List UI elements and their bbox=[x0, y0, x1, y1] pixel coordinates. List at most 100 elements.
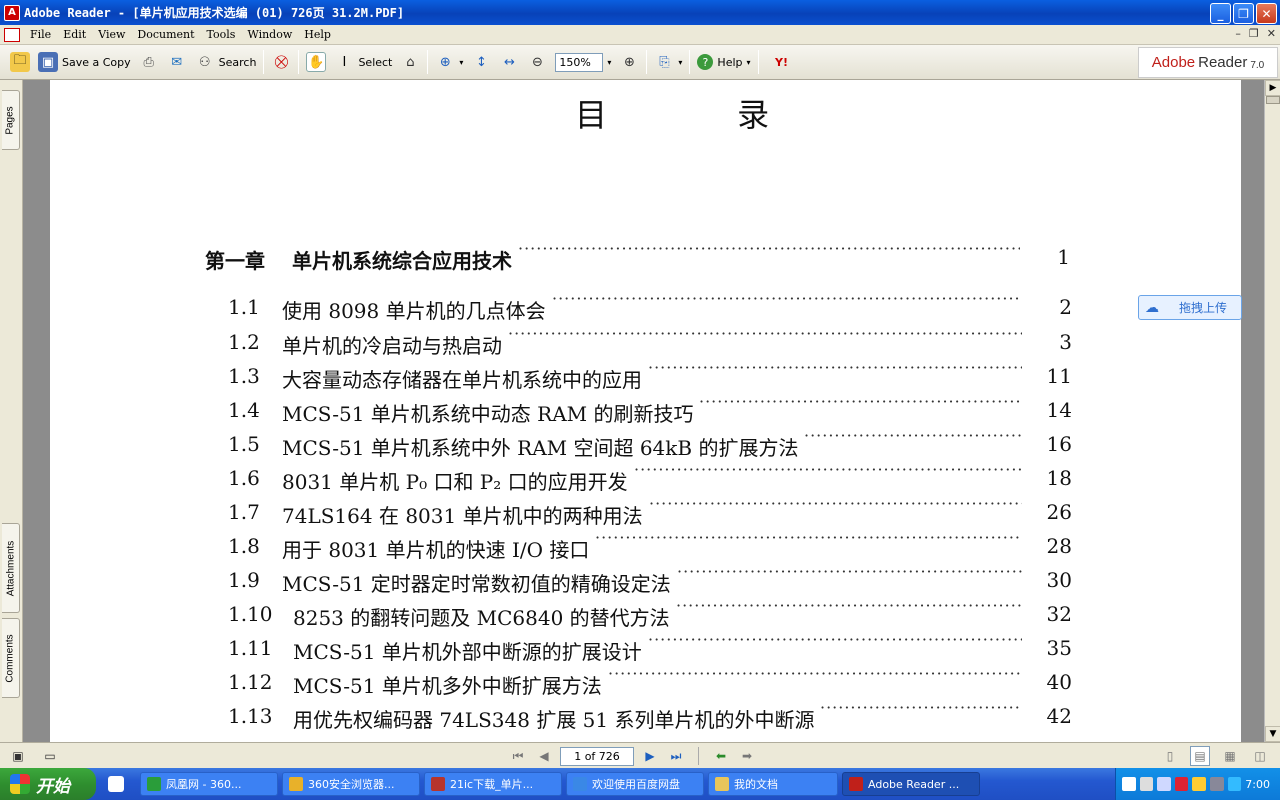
taskbar-item[interactable]: 我的文档 bbox=[708, 772, 838, 796]
last-page-icon[interactable]: ⏭ bbox=[666, 746, 686, 766]
menu-file[interactable]: File bbox=[24, 28, 57, 41]
taskbar-item-label: 凤凰网 - 360... bbox=[166, 778, 242, 791]
adobe-reader-app-icon[interactable]: A bbox=[4, 4, 20, 21]
menu-help[interactable]: Help bbox=[298, 28, 337, 41]
nav-pane-toggle-icon[interactable]: ▣ bbox=[8, 746, 28, 766]
toc-row[interactable]: 1.7 74LS164 在 8031 单片机中的两种用法 ·············… bbox=[50, 494, 1241, 530]
yahoo-toolbar-icon[interactable]: Y! bbox=[766, 52, 798, 72]
continuous-facing-icon[interactable]: ▦ bbox=[1220, 746, 1240, 766]
taskbar-item[interactable]: 360安全浏览器... bbox=[282, 772, 420, 796]
toc-row[interactable]: 1.12 MCS-51 单片机多外中断扩展方法 ··················… bbox=[50, 664, 1241, 700]
single-page-icon[interactable]: ▯ bbox=[1160, 746, 1180, 766]
page-size-icon[interactable]: ▭ bbox=[40, 746, 60, 766]
select-tool-button[interactable]: I Select bbox=[330, 48, 396, 76]
select-label: Select bbox=[358, 55, 393, 69]
cloud-icon: ☁ bbox=[1145, 299, 1159, 316]
keyboard-icon[interactable] bbox=[1122, 777, 1136, 791]
go-back-icon[interactable]: ⬅ bbox=[711, 746, 731, 766]
help-button[interactable]: ? Help ▾ bbox=[693, 48, 754, 76]
toc-page-number: 14 bbox=[1046, 398, 1072, 422]
continuous-icon[interactable]: ▤ bbox=[1190, 746, 1210, 766]
tray-icon-2[interactable] bbox=[1174, 777, 1189, 791]
tray-icon-3[interactable] bbox=[1192, 777, 1207, 791]
fit-page-icon[interactable]: ↕ bbox=[471, 52, 491, 72]
pdf-doc-icon[interactable] bbox=[4, 27, 20, 42]
doc-minimize-icon[interactable]: – bbox=[1235, 27, 1241, 40]
drag-upload-button[interactable]: ☁ 拖拽上传 bbox=[1138, 295, 1242, 320]
tray-icon-1[interactable] bbox=[1157, 777, 1171, 791]
open-folder-icon[interactable]: 🗀 bbox=[10, 52, 30, 72]
toc-row[interactable]: 1.3 大容量动态存储器在单片机系统中的应用 ···················… bbox=[50, 358, 1241, 394]
rotate-dropdown-icon[interactable]: ▾ bbox=[678, 58, 682, 67]
scroll-thumb[interactable] bbox=[1266, 96, 1280, 104]
print-icon[interactable]: ⎙ bbox=[139, 52, 159, 72]
menu-window[interactable]: Window bbox=[241, 28, 298, 41]
help-icon: ? bbox=[697, 54, 714, 70]
tab-comments[interactable]: Comments bbox=[2, 618, 20, 698]
toc-row[interactable]: 1.6 8031 单片机 P₀ 口和 P₂ 口的应用开发 ·············… bbox=[50, 460, 1241, 496]
toc-row[interactable]: 1.13 用优先权编码器 74LS348 扩展 51 系列单片机的外中断源 ····… bbox=[50, 698, 1241, 734]
drag-upload-label: 拖拽上传 bbox=[1179, 301, 1228, 315]
taskbar-item-label: 360安全浏览器... bbox=[308, 778, 395, 791]
menu-view[interactable]: View bbox=[92, 28, 131, 41]
toc-row[interactable]: 1.11 MCS-51 单片机外部中断源的扩展设计 ················… bbox=[50, 630, 1241, 666]
toc-chapter-row[interactable]: 第一章 单片机系统综合应用技术 ··························… bbox=[50, 239, 1241, 275]
save-copy-button[interactable]: ▣ Save a Copy bbox=[34, 48, 135, 76]
zoom-in-tool-icon[interactable]: ⊕ bbox=[435, 52, 455, 72]
taskbar-item[interactable]: Adobe Reader ... bbox=[842, 772, 980, 796]
rotate-view-icon[interactable]: ⎘ bbox=[654, 52, 674, 72]
start-button[interactable]: 开始 bbox=[0, 768, 96, 800]
toc-row[interactable]: 1.10 8253 的翻转问题及 MC6840 的替代方法 ············… bbox=[50, 596, 1241, 632]
help-tray-icon[interactable] bbox=[1139, 777, 1154, 791]
zoom-out-icon[interactable]: ⊖ bbox=[527, 52, 547, 72]
snapshot-icon[interactable]: ⌂ bbox=[400, 52, 420, 72]
menu-tools[interactable]: Tools bbox=[201, 28, 242, 41]
toc-row[interactable]: 1.4 MCS-51 单片机系统中动态 RAM 的刷新技巧 ············… bbox=[50, 392, 1241, 428]
task-app-icon bbox=[431, 777, 445, 791]
toc-row[interactable]: 1.5 MCS-51 单片机系统中外 RAM 空间超 64kB 的扩展方法 ····… bbox=[50, 426, 1241, 462]
zoom-field[interactable]: 150% bbox=[555, 52, 604, 72]
scroll-down-icon[interactable]: ▼ bbox=[1265, 726, 1280, 742]
toc-row[interactable]: 1.2 单片机的冷启动与热启动 ··························… bbox=[50, 324, 1241, 360]
document-page[interactable]: 目 录 第一章 单片机系统综合应用技术 ······················… bbox=[50, 80, 1241, 742]
toc-row[interactable]: 1.9 MCS-51 定时器定时常数初值的精确设定法 ···············… bbox=[50, 562, 1241, 598]
zoom-tool-dropdown-icon[interactable]: ▾ bbox=[459, 58, 463, 67]
email-icon[interactable]: ✉ bbox=[167, 52, 187, 72]
tab-attachments[interactable]: Attachments bbox=[2, 523, 20, 613]
task-app-icon bbox=[849, 777, 863, 791]
taskbar-item[interactable]: 凤凰网 - 360... bbox=[140, 772, 278, 796]
page-number-field[interactable]: 1 of 726 bbox=[560, 746, 634, 766]
menu-edit[interactable]: Edit bbox=[57, 28, 92, 41]
doc-close-icon[interactable]: ✕ bbox=[1267, 27, 1276, 40]
menu-document[interactable]: Document bbox=[131, 28, 200, 41]
toc-entry-title: MCS-51 单片机系统中外 RAM 空间超 64kB 的扩展方法 bbox=[282, 436, 799, 460]
tray-icon-5[interactable] bbox=[1227, 777, 1242, 791]
tray-icon-4[interactable] bbox=[1210, 777, 1224, 791]
toc-row[interactable]: 1.1 使用 8098 单片机的几点体会 ·····················… bbox=[50, 289, 1241, 325]
toc-row[interactable]: 1.8 用于 8031 单片机的快速 I/O 接口 ················… bbox=[50, 528, 1241, 564]
doc-restore-icon[interactable]: ❐ bbox=[1249, 27, 1259, 40]
tab-pages[interactable]: Pages bbox=[2, 90, 20, 150]
restore-button[interactable]: ❐ bbox=[1233, 3, 1254, 24]
vertical-scrollbar[interactable]: ▶ ▼ bbox=[1264, 80, 1280, 742]
toc-leader-dots: ········································… bbox=[595, 528, 1022, 547]
hand-tool-icon[interactable]: ✋ bbox=[306, 52, 327, 72]
fit-width-icon[interactable]: ↔ bbox=[499, 52, 519, 72]
taskbar-item[interactable]: 欢迎使用百度网盘 bbox=[566, 772, 704, 796]
previous-page-icon[interactable]: ◀ bbox=[534, 746, 554, 766]
minimize-button[interactable]: _ bbox=[1210, 3, 1231, 24]
zoom-in-icon[interactable]: ⊕ bbox=[619, 52, 639, 72]
zoom-dropdown-icon[interactable]: ▾ bbox=[607, 58, 611, 67]
close-button[interactable]: ✕ bbox=[1256, 3, 1277, 24]
go-forward-icon[interactable]: ➡ bbox=[737, 746, 757, 766]
security-icon[interactable]: ⛒ bbox=[271, 52, 291, 72]
first-page-icon[interactable]: ⏮ bbox=[508, 746, 528, 766]
search-label: Search bbox=[218, 55, 257, 69]
search-button[interactable]: ⚇ Search bbox=[191, 48, 261, 76]
quick-launch-ie-icon[interactable] bbox=[108, 776, 124, 792]
taskbar-item[interactable]: 21ic下载_单片... bbox=[424, 772, 562, 796]
facing-icon[interactable]: ◫ bbox=[1250, 746, 1270, 766]
next-page-icon[interactable]: ▶ bbox=[640, 746, 660, 766]
toc-entry-title: 单片机系统综合应用技术 bbox=[292, 249, 512, 273]
scroll-up-icon[interactable]: ▶ bbox=[1265, 80, 1280, 96]
